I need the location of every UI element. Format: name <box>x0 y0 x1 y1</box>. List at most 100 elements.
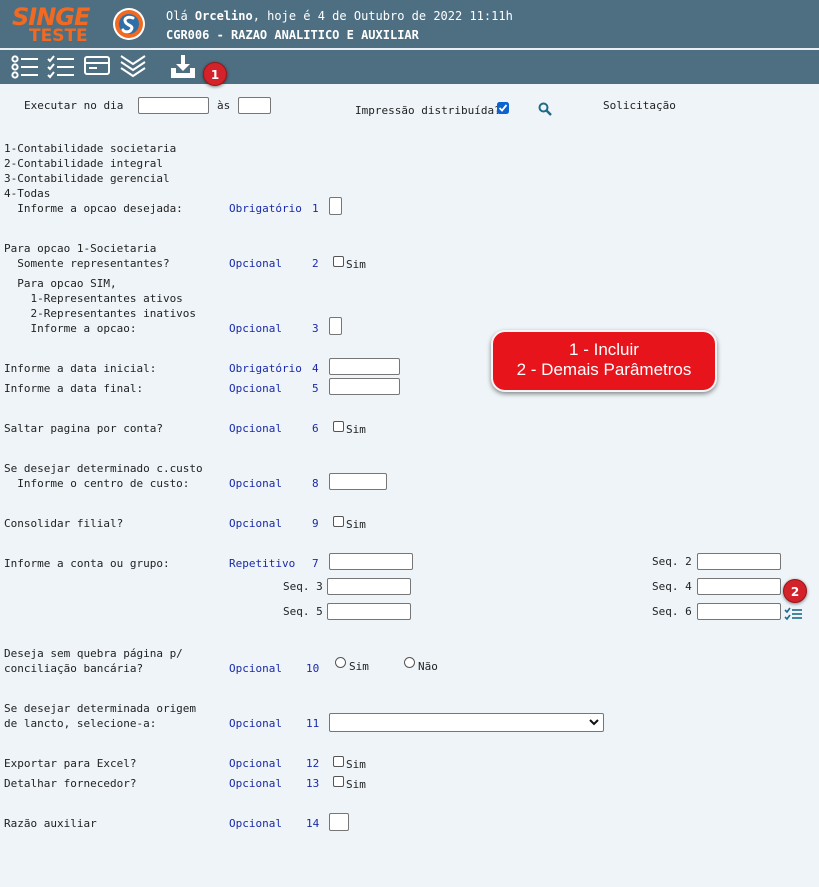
field5-num: 5 <box>312 382 319 395</box>
field13-checkbox[interactable] <box>333 776 344 787</box>
field12-num: 12 <box>306 757 320 770</box>
toolbar: 1 <box>0 48 819 86</box>
field13-req: Opcional <box>229 777 282 790</box>
field2-checkbox[interactable] <box>333 256 344 267</box>
field5-label: Informe a data final: <box>4 382 144 395</box>
field10-num: 10 <box>306 662 320 675</box>
account-seq5-input[interactable] <box>327 603 411 620</box>
field1-num: 1 <box>312 202 319 215</box>
field10-sim: Sim <box>349 660 369 673</box>
field4-label: Informe a data inicial: <box>4 362 157 375</box>
field13-num: 13 <box>306 777 320 790</box>
seq2-label: Seq. 2 <box>652 555 692 568</box>
distrib-checkbox[interactable] <box>497 102 509 114</box>
list-icon[interactable] <box>10 54 40 80</box>
user-name: Orcelino <box>194 9 253 23</box>
account-seq3-input[interactable] <box>327 578 411 595</box>
greeting: Olá Orcelino, hoje é 4 de Outubro de 202… <box>166 9 513 23</box>
solicitacao-label: Solicitação <box>603 99 676 112</box>
field4-req: Obrigatório <box>229 362 302 375</box>
field3-req: Opcional <box>229 322 282 335</box>
singe-logo: SINGE TESTE <box>12 5 104 45</box>
chevron-down-icon <box>589 719 599 726</box>
account-seq1-input[interactable] <box>329 553 413 570</box>
field11-label-1: Se desejar determinada origem <box>4 702 197 715</box>
field14-label: Razão auxiliar <box>4 817 97 830</box>
select-list-icon[interactable] <box>784 607 803 622</box>
field7-num: 7 <box>312 557 319 570</box>
field13-label: Detalhar fornecedor? <box>4 777 137 790</box>
callout-line-2: 2 - Demais Parâmetros <box>516 360 692 379</box>
field10-label-2: conciliação bancária? <box>4 662 144 675</box>
chevrons-down-icon[interactable] <box>118 54 148 80</box>
field9-req: Opcional <box>229 517 282 530</box>
field11-num: 11 <box>306 717 320 730</box>
field8-label: Informe o centro de custo: <box>4 477 190 490</box>
app-header: SINGE TESTE Olá Orcelino, hoje é 4 de Ou… <box>0 0 819 48</box>
field11-req: Opcional <box>229 717 282 730</box>
field1-input[interactable] <box>329 197 342 215</box>
field9-sim: Sim <box>346 518 366 531</box>
option-3: 3-Contabilidade gerencial <box>4 172 170 185</box>
checklist-icon[interactable] <box>46 54 76 80</box>
account-seq6-input[interactable] <box>697 603 781 620</box>
seq4-label: Seq. 4 <box>652 580 692 593</box>
field10-req: Opcional <box>229 662 282 675</box>
option-1: 1-Contabilidade societaria <box>4 142 177 155</box>
field12-sim: Sim <box>346 758 366 771</box>
field7-req: Repetitivo <box>229 557 296 570</box>
distrib-label: Impressão distribuída? <box>355 104 501 117</box>
field2-sim: Sim <box>346 258 366 271</box>
ccusto-title: Se desejar determinado c.custo <box>4 462 203 475</box>
origem-lancto-select[interactable] <box>329 713 604 732</box>
logo-text-teste: TESTE <box>29 26 88 46</box>
account-seq4-input[interactable] <box>697 578 781 595</box>
societaria-title: Para opcao 1-Societaria <box>4 242 157 255</box>
field2-num: 2 <box>312 257 319 270</box>
field12-checkbox[interactable] <box>333 756 344 767</box>
download-tray-icon[interactable] <box>168 54 198 80</box>
step-marker-2: 2 <box>783 579 807 603</box>
field3-label: Informe a opcao: <box>4 322 137 335</box>
field12-label: Exportar para Excel? <box>4 757 137 770</box>
field14-req: Opcional <box>229 817 282 830</box>
field3-num: 3 <box>312 322 319 335</box>
field4-input[interactable] <box>329 358 400 375</box>
field6-checkbox[interactable] <box>333 421 344 432</box>
executar-date-input[interactable] <box>138 97 209 114</box>
seq3-label: Seq. 3 <box>283 580 323 593</box>
field3-input[interactable] <box>329 317 342 335</box>
field6-sim: Sim <box>346 423 366 436</box>
field8-num: 8 <box>312 477 319 490</box>
field9-checkbox[interactable] <box>333 516 344 527</box>
field14-num: 14 <box>306 817 320 830</box>
program-title: CGR006 - RAZAO ANALITICO E AUXILIAR <box>166 28 419 42</box>
account-seq2-input[interactable] <box>697 553 781 570</box>
option-4: 4-Todas <box>4 187 51 200</box>
callout-line-1: 1 - Incluir <box>569 340 639 359</box>
executar-label: Executar no dia <box>24 99 124 112</box>
card-icon[interactable] <box>83 54 113 80</box>
field2-label: Somente representantes? <box>4 257 170 270</box>
field4-num: 4 <box>312 362 319 375</box>
field10-radio-sim[interactable] <box>335 657 346 668</box>
field8-req: Opcional <box>229 477 282 490</box>
option-2: 2-Contabilidade integral <box>4 157 163 170</box>
field6-req: Opcional <box>229 422 282 435</box>
field10-radio-nao[interactable] <box>404 657 415 668</box>
field5-input[interactable] <box>329 378 400 395</box>
sim-option-2: 2-Representantes inativos <box>4 307 197 320</box>
seq6-label: Seq. 6 <box>652 605 692 618</box>
executar-time-input[interactable] <box>238 97 271 114</box>
field7-label: Informe a conta ou grupo: <box>4 557 170 570</box>
field1-label: Informe a opcao desejada: <box>4 202 183 215</box>
field2-req: Opcional <box>229 257 282 270</box>
field6-num: 6 <box>312 422 319 435</box>
field12-req: Opcional <box>229 757 282 770</box>
seq5-label: Seq. 5 <box>283 605 323 618</box>
search-icon[interactable] <box>538 102 552 116</box>
field1-req: Obrigatório <box>229 202 302 215</box>
field8-input[interactable] <box>329 473 387 490</box>
field14-input[interactable] <box>329 813 349 831</box>
sim-title: Para opcao SIM, <box>4 277 117 290</box>
